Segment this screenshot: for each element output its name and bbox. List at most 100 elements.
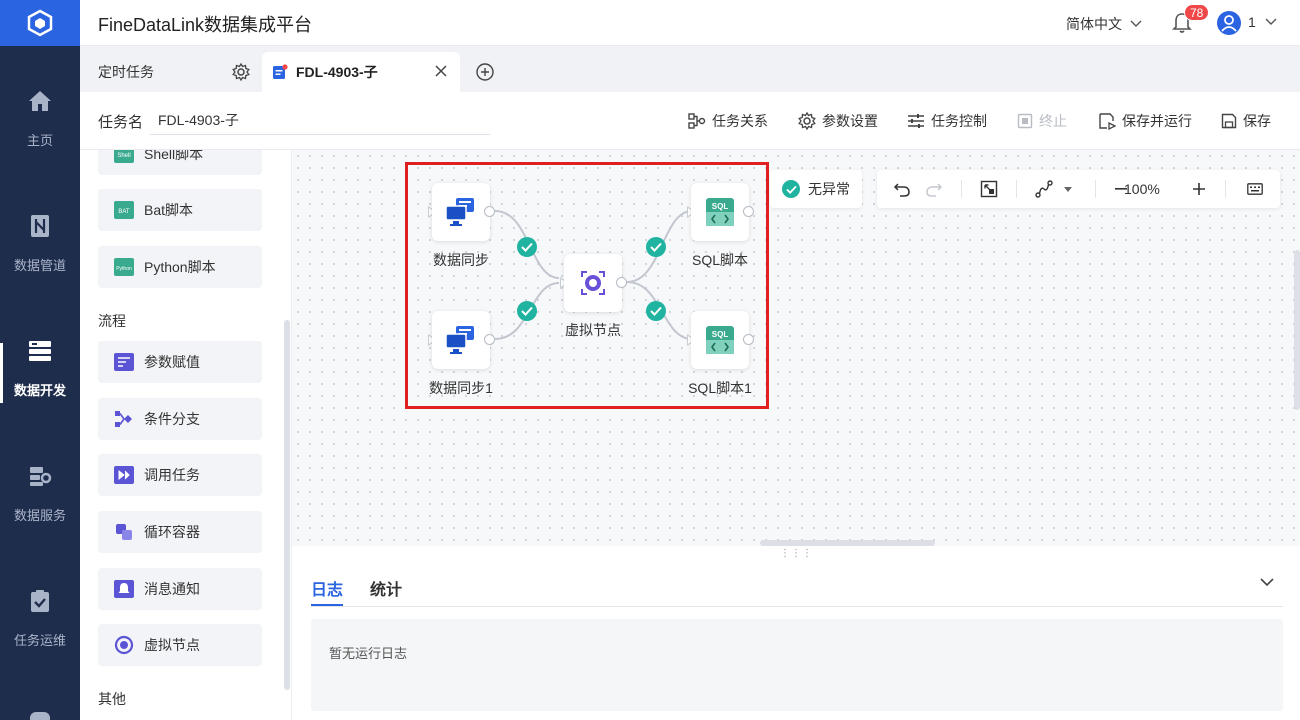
- task-name-input[interactable]: [150, 105, 490, 135]
- stop-button[interactable]: 终止: [1017, 111, 1067, 131]
- task-control-button[interactable]: 任务控制: [907, 111, 987, 131]
- palette-label: Shell脚本: [144, 150, 204, 162]
- svg-text:Shell: Shell: [117, 153, 130, 159]
- sliders-icon: [908, 114, 924, 128]
- divider: [961, 180, 962, 198]
- nav-label: 数据管道: [13, 258, 66, 273]
- palette-item-shell[interactable]: Shell Shell脚本: [98, 150, 262, 175]
- param-settings-button[interactable]: 参数设置: [798, 111, 878, 131]
- canvas-vertical-scrollbar[interactable]: [1294, 250, 1300, 410]
- param-assign-icon: [114, 352, 134, 372]
- close-icon[interactable]: [434, 64, 448, 78]
- palette-item-notify[interactable]: 消息通知: [98, 568, 262, 610]
- fit-view-icon[interactable]: [980, 180, 998, 198]
- workflow-canvas[interactable]: 数据同步 数据同步1 虚拟节点 SQL SQL脚本 SQL SQL脚本1 无异常: [292, 150, 1300, 546]
- gear-icon[interactable]: [232, 63, 250, 81]
- nav-item-ops[interactable]: 任务运维: [0, 546, 80, 656]
- nav-item-dev[interactable]: 数据开发: [0, 296, 80, 406]
- tab-stats[interactable]: 统计: [370, 576, 402, 600]
- zoom-level: 100%: [1124, 181, 1160, 197]
- keyboard-icon[interactable]: [1247, 182, 1263, 196]
- divider: [1225, 180, 1226, 198]
- resize-handle[interactable]: ⋮⋮⋮: [780, 548, 813, 559]
- palette-label: 循环容器: [144, 524, 200, 540]
- output-port[interactable]: [616, 277, 627, 288]
- task-relations-button[interactable]: 任务关系: [688, 111, 768, 131]
- log-panel: ⋮⋮⋮ 日志 统计 暂无运行日志: [292, 546, 1300, 720]
- button-label: 任务关系: [712, 113, 768, 129]
- node-data-sync[interactable]: [432, 183, 490, 241]
- node-virtual[interactable]: [564, 254, 622, 312]
- redo-icon[interactable]: [925, 180, 943, 198]
- tab-fdl-task[interactable]: FDL-4903-子: [262, 52, 460, 92]
- palette-item-condition[interactable]: 条件分支: [98, 398, 262, 440]
- save-button[interactable]: 保存: [1221, 111, 1271, 131]
- palette-item-virtual[interactable]: 虚拟节点: [98, 624, 262, 666]
- active-tab-indicator: [311, 604, 343, 606]
- check-status[interactable]: 无异常: [770, 170, 862, 208]
- stop-icon: [1017, 113, 1033, 129]
- output-port[interactable]: [484, 334, 495, 345]
- undo-icon[interactable]: [893, 180, 911, 198]
- python-script-icon: Python: [114, 257, 134, 277]
- loop-container-icon: [114, 522, 134, 542]
- zoom-in-icon[interactable]: [1193, 183, 1205, 195]
- success-check-icon: [782, 180, 800, 198]
- task-name-label: 任务名: [98, 114, 144, 131]
- nav-label: 任务运维: [13, 633, 66, 648]
- palette-scrollbar[interactable]: [284, 320, 290, 690]
- nav-item-home[interactable]: 主页: [0, 46, 80, 156]
- palette-label: 消息通知: [144, 581, 200, 597]
- output-port[interactable]: [743, 334, 754, 345]
- chevron-down-icon[interactable]: [1265, 18, 1277, 26]
- node-sql-script[interactable]: SQL: [691, 183, 749, 241]
- caret-down-icon[interactable]: [1064, 187, 1072, 192]
- tab-log[interactable]: 日志: [311, 576, 343, 600]
- chevron-down-icon[interactable]: [1260, 578, 1274, 587]
- nav-label: 数据服务: [13, 508, 66, 523]
- palette-item-bat[interactable]: BAT Bat脚本: [98, 189, 262, 231]
- pipeline-icon: [29, 211, 51, 241]
- palette-item-loop[interactable]: 循环容器: [98, 511, 262, 553]
- svg-text:Python: Python: [116, 266, 132, 272]
- svg-text:BAT: BAT: [118, 209, 130, 215]
- output-port[interactable]: [484, 206, 495, 217]
- success-check-icon: [646, 301, 666, 321]
- language-selector[interactable]: 简体中文: [1066, 14, 1142, 34]
- bat-script-icon: BAT: [114, 200, 134, 220]
- header: FineDataLink数据集成平台 简体中文 78 1: [80, 0, 1300, 46]
- nav-item-pipeline[interactable]: 数据管道: [0, 171, 80, 281]
- node-label: 数据同步1: [429, 380, 493, 396]
- add-tab-icon[interactable]: [476, 63, 494, 81]
- node-label: SQL脚本1: [688, 380, 752, 396]
- button-label: 终止: [1039, 113, 1067, 129]
- save-and-run-button[interactable]: 保存并运行: [1098, 111, 1192, 131]
- tab-label: FDL-4903-子: [296, 64, 378, 80]
- avatar[interactable]: [1217, 11, 1241, 35]
- gear-icon[interactable]: [30, 712, 50, 720]
- virtual-node-icon: [114, 635, 134, 655]
- canvas-toolbar: 100%: [877, 170, 1280, 208]
- node-label: 虚拟节点: [565, 322, 621, 338]
- palette-item-call-task[interactable]: 调用任务: [98, 454, 262, 496]
- virtual-node-icon: [581, 271, 605, 295]
- divider: [311, 606, 1283, 607]
- node-data-sync-1[interactable]: [432, 311, 490, 369]
- logo-icon[interactable]: [0, 0, 80, 46]
- node-label: SQL脚本: [691, 252, 748, 268]
- service-icon: [28, 461, 52, 491]
- user-name[interactable]: 1: [1248, 14, 1256, 30]
- nav-label: 主页: [26, 133, 53, 148]
- notification-badge: 78: [1184, 4, 1210, 21]
- button-label: 参数设置: [822, 113, 878, 129]
- output-port[interactable]: [743, 206, 754, 217]
- shell-script-icon: Shell: [114, 150, 134, 164]
- layout-icon[interactable]: [1035, 180, 1053, 198]
- tab-bar: 定时任务 FDL-4903-子: [80, 46, 1300, 92]
- tab-scheduled-tasks[interactable]: 定时任务: [80, 52, 258, 92]
- section-other: 其他: [98, 691, 126, 707]
- nav-item-service[interactable]: 数据服务: [0, 421, 80, 531]
- palette-item-python[interactable]: Python Python脚本: [98, 246, 262, 288]
- palette-item-param-assign[interactable]: 参数赋值: [98, 341, 262, 383]
- node-sql-script-1[interactable]: SQL: [691, 311, 749, 369]
